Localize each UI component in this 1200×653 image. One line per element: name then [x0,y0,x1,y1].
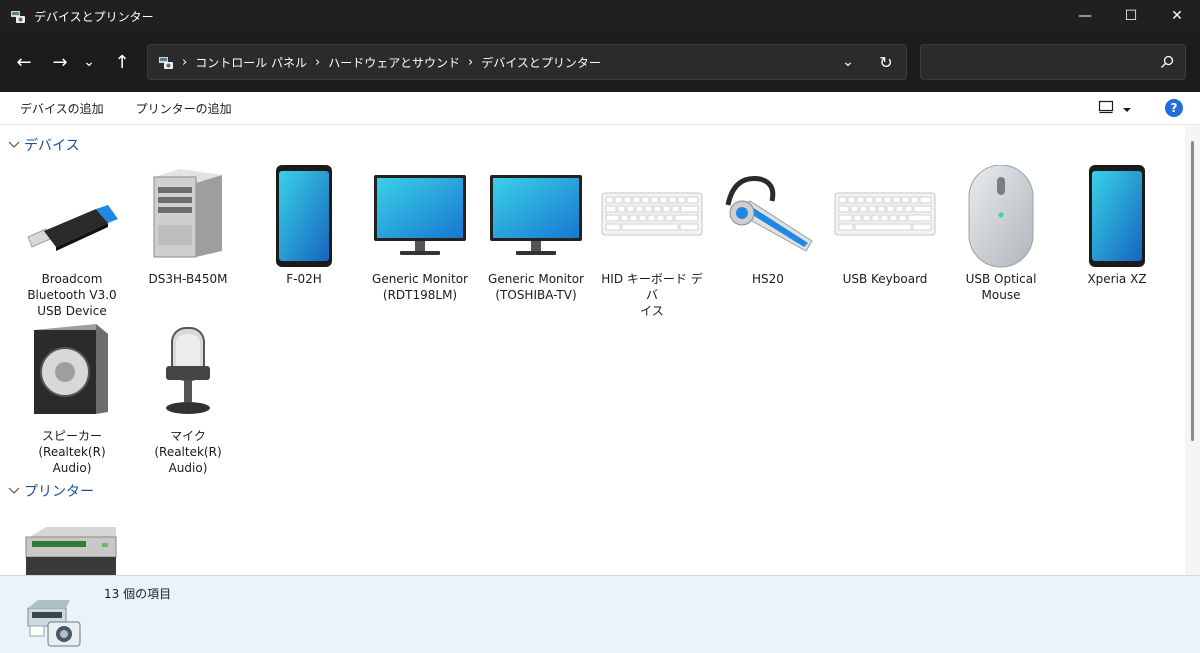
chevron-down-icon [8,138,20,152]
monitor-icon [364,165,476,269]
breadcrumb-separator[interactable]: › [468,55,473,70]
speaker-icon [16,322,128,426]
device-label: Generic Monitor (RDT198LM) [372,272,468,302]
device-item[interactable]: Broadcom Bluetooth V3.0 USB Device [16,165,128,319]
headset-icon [712,165,824,269]
view-pane-icon [1098,100,1114,117]
minimize-button[interactable]: — [1062,0,1108,32]
breadcrumb-separator[interactable]: › [315,55,320,70]
device-label: USB Optical Mouse [965,272,1037,302]
control-panel-icon [158,54,174,70]
device-label: スピーカー (Realtek(R) Audio) [38,429,106,475]
forward-button[interactable]: → [44,46,76,78]
smartphone-icon [248,165,360,269]
usb-dongle-icon [16,165,128,269]
smartphone-icon [1061,165,1173,269]
search-box[interactable] [920,44,1186,80]
device-label: HID キーボード デバ イス [601,272,703,318]
breadcrumb-separator[interactable]: › [182,55,187,70]
device-item[interactable]: スピーカー (Realtek(R) Audio) [16,322,128,476]
address-history-dropdown[interactable]: ⌄ [830,54,866,70]
devices-printers-large-icon [22,590,84,648]
window-title: デバイスとプリンター [34,9,154,24]
caret-down-icon [1122,102,1132,116]
device-item[interactable]: USB Keyboard [829,165,941,287]
printer-icon [16,521,128,575]
device-list-pane: デバイス Broadcom Bluetooth V3.0 USB Device [0,125,1185,575]
device-item[interactable]: HS20 [712,165,824,287]
recent-locations-button[interactable]: ⌄ [76,46,102,78]
keyboard-icon [829,165,941,269]
chevron-down-icon [8,484,20,498]
device-item[interactable]: マイク (Realtek(R) Audio) [132,322,244,476]
device-label: F-02H [286,272,322,286]
device-item[interactable]: Xperia XZ [1061,165,1173,287]
device-label: USB Keyboard [842,272,928,286]
device-label: Broadcom Bluetooth V3.0 USB Device [27,272,117,318]
device-item[interactable]: HID キーボード デバ イス [596,165,708,319]
command-bar: デバイスの追加 プリンターの追加 ? [0,92,1200,125]
device-item[interactable]: Generic Monitor (TOSHIBA-TV) [480,165,592,303]
view-options-button[interactable] [1098,100,1132,117]
title-bar: デバイスとプリンター — ☐ ✕ [0,0,1200,32]
device-label: Xperia XZ [1087,272,1147,286]
monitor-icon [480,165,592,269]
device-label: マイク (Realtek(R) Audio) [154,429,222,475]
printers-group-header[interactable]: プリンター [8,481,94,501]
close-button[interactable]: ✕ [1154,0,1200,32]
search-input[interactable] [921,45,1141,79]
add-device-button[interactable]: デバイスの追加 [10,100,114,117]
device-item[interactable]: F-02H [248,165,360,287]
devices-printers-app-icon [10,8,26,24]
item-count: 13 個の項目 [104,587,172,601]
device-item[interactable]: DS3H-B450M [132,165,244,287]
breadcrumb-hardware-sound[interactable]: ハードウェアとサウンド [328,54,460,71]
device-label: Generic Monitor (TOSHIBA-TV) [488,272,584,302]
up-button[interactable]: ↑ [106,46,138,78]
details-pane: 13 個の項目 [0,575,1200,653]
breadcrumb-control-panel[interactable]: コントロール パネル [195,54,307,71]
mouse-icon [945,164,1057,269]
help-button[interactable]: ? [1165,99,1183,117]
device-item[interactable]: Generic Monitor (RDT198LM) [364,165,476,303]
refresh-button[interactable]: ↻ [866,53,906,72]
breadcrumb-devices-printers[interactable]: デバイスとプリンター [481,54,601,71]
scrollbar-thumb[interactable] [1191,141,1194,441]
search-icon[interactable] [1159,54,1175,70]
group-title: プリンター [24,484,94,500]
add-printer-button[interactable]: プリンターの追加 [126,100,242,117]
devices-group-header[interactable]: デバイス [8,135,80,155]
device-item[interactable]: USB Optical Mouse [945,164,1057,303]
device-label: HS20 [752,272,784,286]
printer-item[interactable] [16,521,128,575]
keyboard-icon [596,165,708,269]
device-label: DS3H-B450M [148,272,228,286]
address-bar[interactable]: › コントロール パネル › ハードウェアとサウンド › デバイスとプリンター … [147,44,907,80]
vertical-scrollbar[interactable] [1185,125,1200,575]
navigation-bar: ← → ⌄ ↑ › コントロール パネル › ハードウェアとサウンド › デバイ… [0,32,1200,92]
microphone-icon [132,322,244,426]
group-title: デバイス [24,138,80,154]
maximize-button[interactable]: ☐ [1108,0,1154,32]
pc-tower-icon [132,165,244,269]
back-button[interactable]: ← [8,46,40,78]
